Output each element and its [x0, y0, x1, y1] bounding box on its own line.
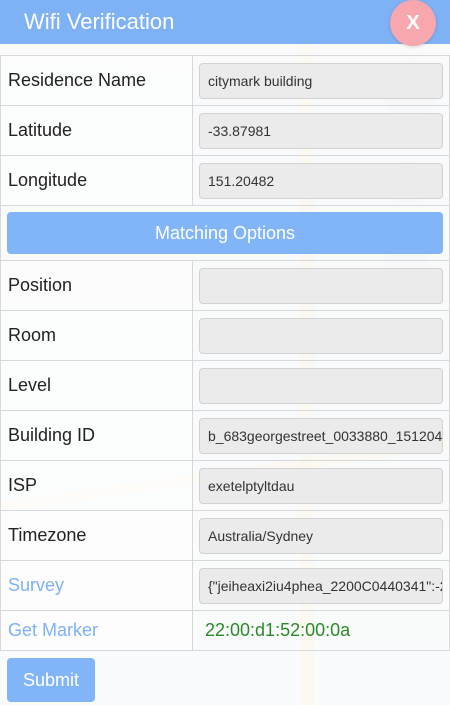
- latitude-field[interactable]: -33.87981: [199, 112, 443, 149]
- timezone-field[interactable]: Australia/Sydney: [199, 517, 443, 554]
- modal-header: Wifi Verification X: [0, 0, 450, 46]
- isp-label: ISP: [0, 460, 193, 511]
- isp-field[interactable]: exetelptyltdau: [199, 467, 443, 504]
- building-id-field[interactable]: b_683georgestreet_0033880_151204: [199, 417, 443, 454]
- close-icon: X: [406, 11, 420, 34]
- form-row-building-id: Building ID b_683georgestreet_0033880_15…: [0, 410, 450, 461]
- survey-link[interactable]: Survey: [0, 560, 193, 611]
- matching-options-header[interactable]: Matching Options: [7, 212, 443, 254]
- form-row-timezone: Timezone Australia/Sydney: [0, 510, 450, 561]
- latitude-label: Latitude: [0, 105, 193, 156]
- submit-button[interactable]: Submit: [7, 658, 95, 702]
- level-label: Level: [0, 360, 193, 411]
- form-row-room: Room: [0, 310, 450, 361]
- residence-name-field[interactable]: citymark building: [199, 62, 443, 99]
- get-marker-link[interactable]: Get Marker: [0, 610, 193, 651]
- marker-value: 22:00:d1:52:00:0a: [205, 620, 351, 640]
- close-button[interactable]: X: [390, 0, 436, 46]
- verification-form: Residence Name citymark building Latitud…: [0, 55, 450, 651]
- timezone-label: Timezone: [0, 510, 193, 561]
- form-row-isp: ISP exetelptyltdau: [0, 460, 450, 511]
- form-row-level: Level: [0, 360, 450, 411]
- form-row-get-marker: Get Marker 22:00:d1:52:00:0a: [0, 610, 450, 651]
- residence-name-label: Residence Name: [0, 55, 193, 106]
- building-id-label: Building ID: [0, 410, 193, 461]
- survey-field[interactable]: {"jeiheaxi2iu4phea_2200C0440341":-2: [199, 567, 443, 604]
- form-row-residence-name: Residence Name citymark building: [0, 55, 450, 106]
- form-row-latitude: Latitude -33.87981: [0, 105, 450, 156]
- position-field[interactable]: [199, 267, 443, 304]
- modal-overlay: Wifi Verification X Residence Name citym…: [0, 0, 450, 705]
- longitude-field[interactable]: 151.20482: [199, 162, 443, 199]
- position-label: Position: [0, 260, 193, 311]
- form-row-matching-options: Matching Options: [0, 205, 450, 261]
- form-row-survey: Survey {"jeiheaxi2iu4phea_2200C0440341":…: [0, 560, 450, 611]
- level-field[interactable]: [199, 367, 443, 404]
- room-field[interactable]: [199, 317, 443, 354]
- longitude-label: Longitude: [0, 155, 193, 206]
- form-row-longitude: Longitude 151.20482: [0, 155, 450, 206]
- modal-title: Wifi Verification: [24, 9, 175, 34]
- room-label: Room: [0, 310, 193, 361]
- form-row-position: Position: [0, 260, 450, 311]
